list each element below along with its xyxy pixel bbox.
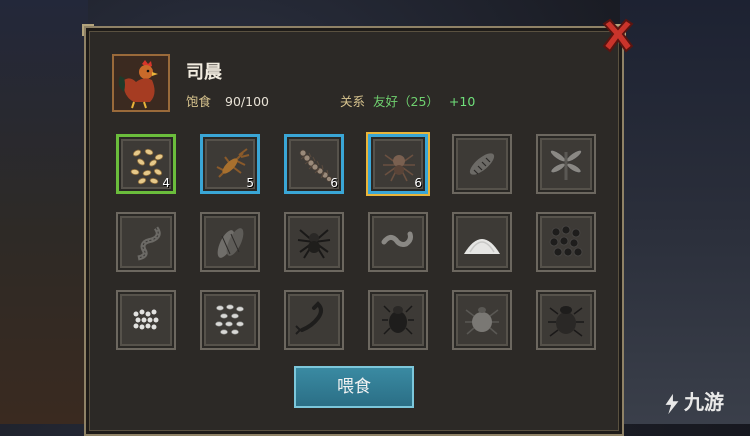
watermark-logo: 九游 (660, 386, 724, 416)
item-slot-beetle-grub[interactable] (452, 134, 512, 194)
satiety-label: 饱食 (186, 94, 212, 109)
item-slot-black-beans[interactable] (536, 212, 596, 272)
relation-stat: 关系 友好（25） +10 (340, 91, 475, 110)
item-slot-cicada[interactable] (200, 212, 260, 272)
item-slot-centipede-gray[interactable] (116, 212, 176, 272)
item-slot-spider-black[interactable] (284, 212, 344, 272)
beetle-grub-icon (469, 153, 495, 175)
tick-icon (465, 307, 499, 335)
relation-status: 友好（25） (373, 94, 439, 109)
item-count: 4 (162, 176, 170, 190)
item-slot-spider-brown[interactable]: 6 (366, 132, 430, 196)
salt-pile-icon (464, 239, 500, 254)
black-beans-icon (549, 225, 583, 257)
rooster-icon (114, 56, 168, 110)
spider-black-icon (297, 229, 331, 259)
item-slot-rice-grains[interactable] (200, 290, 260, 350)
satiety-value: 90/100 (225, 94, 269, 109)
satiety-stat: 饱食 90/100 (186, 91, 269, 110)
item-slot-worm[interactable] (368, 212, 428, 272)
item-slot-dragonfly[interactable] (536, 134, 596, 194)
centipede-gray-icon (137, 226, 161, 261)
feed-button[interactable]: 喂食 (294, 366, 414, 408)
white-seeds-icon (133, 309, 159, 330)
close-button[interactable] (598, 16, 638, 56)
item-slot-scarab[interactable] (536, 290, 596, 350)
item-count: 6 (414, 176, 422, 190)
worm-icon (381, 231, 413, 247)
watermark-text: 九游 (684, 390, 724, 414)
item-slot-stag-beetle[interactable] (368, 290, 428, 350)
relation-bonus: +10 (448, 94, 476, 109)
panel-corner-ornament (82, 24, 94, 36)
scorpion-icon (295, 301, 323, 335)
item-slot-grain[interactable]: 4 (116, 134, 176, 194)
relation-label: 关系 (340, 94, 366, 109)
cricket-icon (216, 148, 250, 178)
jiuyou-logo-icon (665, 393, 679, 414)
item-count: 5 (246, 176, 254, 190)
close-icon (602, 18, 634, 53)
item-slot-centipede[interactable]: 6 (284, 134, 344, 194)
centipede-icon (299, 149, 332, 182)
stag-beetle-icon (382, 305, 414, 335)
item-slot-scorpion[interactable] (284, 290, 344, 350)
rice-grains-icon (215, 304, 244, 335)
item-slot-cricket[interactable]: 5 (200, 134, 260, 194)
spider-brown-icon (383, 154, 415, 182)
dragonfly-icon (550, 149, 582, 180)
background-left (0, 0, 88, 424)
rooster-portrait (112, 54, 170, 112)
item-slot-salt-pile[interactable] (452, 212, 512, 272)
item-count: 6 (330, 176, 338, 190)
background-right (620, 0, 750, 424)
scarab-icon (548, 306, 584, 337)
grain-icon (130, 148, 164, 185)
item-slot-white-seeds[interactable] (116, 290, 176, 350)
cicada-icon (217, 228, 244, 258)
item-slot-tick[interactable] (452, 290, 512, 350)
pet-name: 司晨 (186, 62, 222, 83)
